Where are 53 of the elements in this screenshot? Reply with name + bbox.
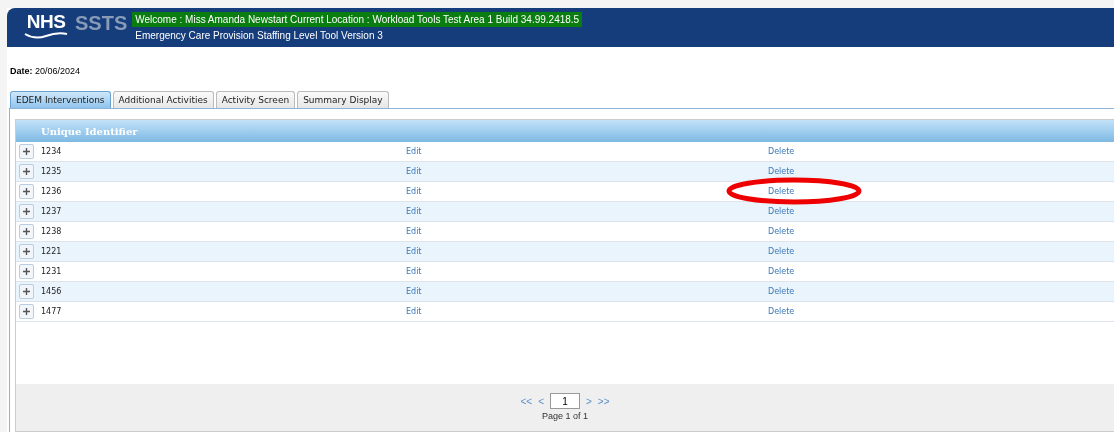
expand-icon[interactable] (19, 284, 34, 299)
tab[interactable]: Activity Screen (215, 91, 296, 108)
delete-link[interactable]: Delete (768, 287, 795, 296)
expand-icon[interactable] (19, 264, 34, 279)
table-cell-text: 1236 (40, 187, 62, 196)
edit-link[interactable]: Edit (406, 187, 422, 196)
edit-link[interactable]: Edit (406, 167, 422, 176)
edit-link[interactable]: Edit (406, 247, 422, 256)
tab[interactable]: EDEM Interventions (10, 91, 111, 108)
app-subtitle: Emergency Care Provision Staffing Level Tool Version 3 (135, 30, 383, 41)
delete-link[interactable]: Delete (768, 207, 795, 216)
expand-icon[interactable] (19, 244, 34, 259)
delete-link[interactable]: Delete (768, 267, 795, 276)
swoosh-icon (23, 32, 69, 40)
column-header: Unique Identifier (16, 120, 1114, 142)
expand-icon[interactable] (19, 144, 34, 159)
next-page-link[interactable]: > (586, 395, 592, 407)
edit-link[interactable]: Edit (406, 147, 422, 156)
tab[interactable]: Additional Activities (112, 91, 214, 108)
product-logo: SSTS (75, 13, 128, 33)
edit-link[interactable]: Edit (406, 307, 422, 316)
expand-icon[interactable] (19, 184, 34, 199)
edit-link[interactable]: Edit (406, 287, 422, 296)
edit-link[interactable]: Edit (406, 267, 422, 276)
table-cell-text: 1456 (40, 287, 62, 296)
nhs-logo: NHS (26, 12, 66, 32)
prev-page-link[interactable]: < (538, 395, 544, 407)
delete-link[interactable]: Delete (768, 147, 795, 156)
delete-link[interactable]: Delete (768, 307, 795, 316)
delete-link[interactable]: Delete (768, 247, 795, 256)
table-cell-text: 1234 (40, 147, 62, 156)
welcome-banner: Welcome : Miss Amanda Newstart Current Location : Workload Tools Test Area 1 Build 34.99.2418.5 (132, 12, 583, 27)
expand-icon[interactable] (19, 204, 34, 219)
table-cell-text: 1477 (40, 307, 62, 316)
delete-link[interactable]: Delete (768, 227, 795, 236)
edit-link[interactable]: Edit (406, 207, 422, 216)
table-cell-text: 1237 (40, 207, 62, 216)
delete-link[interactable]: Delete (768, 187, 795, 196)
last-page-link[interactable]: >> (597, 395, 610, 407)
tab[interactable]: Summary Display (297, 91, 389, 108)
table-cell-text: 1238 (40, 227, 62, 236)
expand-icon[interactable] (19, 224, 34, 239)
delete-link[interactable]: Delete (768, 167, 795, 176)
expand-icon[interactable] (19, 304, 34, 319)
edit-link[interactable]: Edit (406, 227, 422, 236)
expand-icon[interactable] (19, 164, 34, 179)
table-cell-text: 1235 (40, 167, 62, 176)
table-cell-text: 1231 (40, 267, 62, 276)
table-cell-text: 1221 (40, 247, 62, 256)
date-text: Date: 20/06/2024 (10, 66, 82, 76)
first-page-link[interactable]: << (520, 395, 533, 407)
page-field[interactable]: 1 (550, 393, 580, 409)
page-status: Page 1 of 1 (541, 411, 588, 421)
